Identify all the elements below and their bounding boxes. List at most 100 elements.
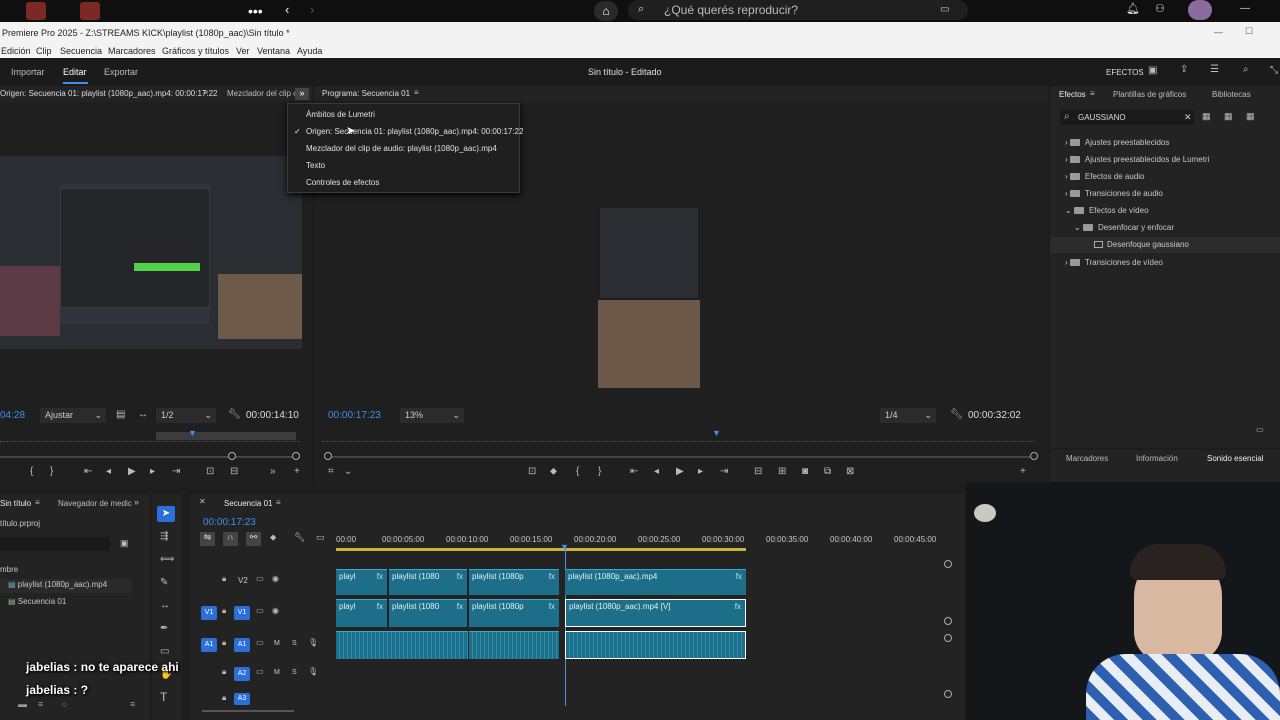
audio-clip-selected[interactable]	[565, 631, 746, 659]
source-playhead[interactable]: ▼	[188, 428, 197, 438]
source-tab[interactable]: Origen: Secuencia 01: playlist (1080p_aa…	[0, 89, 217, 98]
source-patch-a1[interactable]: A1	[201, 638, 217, 652]
fit-dropdown[interactable]: Ajustar ⌄	[40, 408, 106, 423]
more-tabs-icon[interactable]: »	[134, 498, 139, 507]
yuv-icon[interactable]: ▦	[1246, 112, 1255, 121]
timeline-clip[interactable]: playl fx	[336, 569, 387, 595]
effects-search[interactable]: ⌕ GAUSSIANO ✕	[1060, 110, 1194, 125]
lift-out-icon[interactable]: ⊟	[754, 466, 762, 477]
clear-search-icon[interactable]: ✕	[1184, 112, 1192, 123]
tab-marcadores[interactable]: Marcadores	[1066, 454, 1108, 463]
timeline-timecode[interactable]: 00:00:17:23	[203, 517, 256, 528]
menu-item-effect-controls[interactable]: Controles de efectos	[306, 178, 379, 187]
compare-icon[interactable]: ⧉	[824, 466, 831, 477]
marker-icon[interactable]: ⬥	[550, 466, 557, 477]
menu-clip[interactable]: Clip	[36, 46, 52, 56]
eye-icon[interactable]: ◉	[272, 575, 279, 583]
lock-icon[interactable]: ▬	[18, 699, 27, 709]
bell-icon[interactable]: 🔔︎	[1126, 4, 1140, 15]
step-back-icon[interactable]: ◂	[654, 466, 659, 477]
sync-icon[interactable]: ▭	[256, 668, 264, 676]
audio-clip[interactable]	[336, 631, 468, 659]
list-view-icon[interactable]: ≡	[38, 699, 43, 709]
safe-frame-icon[interactable]: ⌗	[328, 466, 334, 477]
menu-item-texto[interactable]: Texto	[306, 161, 325, 170]
lock-icon[interactable]: 🔒︎	[222, 668, 226, 676]
trim-icon[interactable]: ⊠	[846, 466, 854, 477]
browse-icon[interactable]: ▭	[940, 4, 949, 15]
menu-item-mixer[interactable]: Mezclador del clip de audio: playlist (1…	[306, 144, 497, 153]
effects-search-input[interactable]: GAUSSIANO	[1078, 113, 1126, 122]
sequence-tab[interactable]: Secuencia 01	[224, 499, 272, 508]
add-button-icon[interactable]: +	[1020, 466, 1026, 477]
audio-clip[interactable]	[469, 631, 559, 659]
captions-icon[interactable]: ▭	[316, 533, 325, 542]
nest-icon[interactable]: ⇋	[200, 532, 215, 546]
safe-margins-icon[interactable]: ▤	[116, 410, 125, 420]
more-icon[interactable]: •••	[248, 4, 263, 18]
track-label-v2[interactable]: V2	[238, 576, 248, 585]
sync-icon[interactable]: ▭	[256, 639, 264, 647]
slip-icon[interactable]: ↔	[160, 601, 170, 611]
menu-graficos[interactable]: Gráficos y títulos	[162, 46, 229, 56]
search-box[interactable]: ⌕ ¿Qué querés reproducir? ▭	[628, 0, 968, 20]
tree-item[interactable]: › Ajustes preestablecidos	[1065, 138, 1169, 147]
v-scroll-handle[interactable]	[944, 617, 952, 625]
search-input[interactable]: ¿Qué querés reproducir?	[664, 3, 798, 17]
snap-icon[interactable]: ∩	[223, 532, 238, 546]
mute-button[interactable]: M	[274, 640, 280, 647]
tree-item[interactable]: ⌄ Efectos de vídeo	[1065, 206, 1149, 215]
lock-icon[interactable]: 🔒︎	[222, 694, 226, 702]
tree-item[interactable]: › Efectos de audio	[1065, 172, 1145, 181]
resolution-dropdown[interactable]: 1/2 ⌄	[156, 408, 216, 423]
close-tab-icon[interactable]: ✕	[199, 498, 206, 506]
minimize-button[interactable]: —	[1214, 27, 1223, 37]
h-scrollbar[interactable]	[202, 710, 294, 712]
type-icon[interactable]: T	[160, 691, 167, 703]
step-back-icon[interactable]: ◂	[106, 466, 111, 477]
program-zoom-bar[interactable]	[324, 452, 1038, 460]
timeline-clip[interactable]: playlist (1080 fx	[389, 599, 467, 627]
dropdown-icon[interactable]: ⌄	[344, 466, 352, 477]
menu-ver[interactable]: Ver	[236, 46, 250, 56]
tab-informacion[interactable]: Información	[1136, 454, 1178, 463]
sync-icon[interactable]: ▭	[256, 575, 264, 583]
timeline-clip-selected[interactable]: playlist (1080p_aac).mp4 [V] fx	[565, 599, 746, 627]
program-scrub-ruler[interactable]: ▼	[322, 428, 1034, 442]
name-column-header[interactable]: mbre	[0, 565, 18, 574]
add-marker-icon[interactable]: ⬥	[270, 533, 276, 542]
panel-icon[interactable]: ▣	[1148, 66, 1157, 76]
lock-icon[interactable]: 🔒︎	[222, 575, 226, 583]
menu-icon[interactable]: ☰	[1210, 65, 1219, 75]
audio-mixer-tab[interactable]: Mezclador del clip c	[227, 89, 297, 98]
step-forward-icon[interactable]: ▸	[698, 466, 703, 477]
go-in-icon[interactable]: ⇤	[630, 466, 638, 477]
play-icon[interactable]: ▶	[676, 466, 684, 477]
tree-item[interactable]: ⌄ Desenfocar y enfocar	[1074, 223, 1174, 232]
bin-icon[interactable]: ▣	[120, 539, 129, 548]
tab-plantillas[interactable]: Plantillas de gráficos	[1113, 90, 1186, 99]
timeline-clip[interactable]: playlist (1080p fx	[469, 599, 559, 627]
go-out-icon[interactable]: ⇥	[720, 466, 728, 477]
a-scroll-handle[interactable]	[944, 634, 952, 642]
forward-icon[interactable]: ›	[310, 3, 314, 16]
go-out-icon[interactable]: ⇥	[172, 466, 180, 477]
add-button-icon[interactable]: +	[294, 466, 300, 477]
source-zoom-bar[interactable]	[0, 452, 300, 460]
tab-menu-icon[interactable]: ≡	[203, 89, 208, 97]
avatar[interactable]	[1188, 0, 1212, 20]
tab-menu-icon[interactable]: ≡	[1090, 90, 1095, 98]
menu-secuencia[interactable]: Secuencia	[60, 46, 102, 56]
project-tab[interactable]: Sin título	[0, 499, 31, 508]
home-button[interactable]: ⌂	[594, 1, 618, 21]
tab-efectos[interactable]: Efectos	[1059, 90, 1086, 99]
tab-exportar[interactable]: Exportar	[104, 67, 138, 77]
step-forward-icon[interactable]: ▸	[150, 466, 155, 477]
more-tabs-icon[interactable]: »	[295, 88, 309, 100]
32bit-icon[interactable]: ▦	[1224, 112, 1233, 121]
timeline-clip[interactable]: playl fx	[336, 599, 387, 627]
tab-menu-icon[interactable]: ≡	[414, 89, 419, 97]
new-bin-icon[interactable]: ▭	[1256, 426, 1264, 434]
menu-edicion[interactable]: Edición	[1, 46, 31, 56]
maximize-button[interactable]: ☐	[1245, 26, 1253, 37]
